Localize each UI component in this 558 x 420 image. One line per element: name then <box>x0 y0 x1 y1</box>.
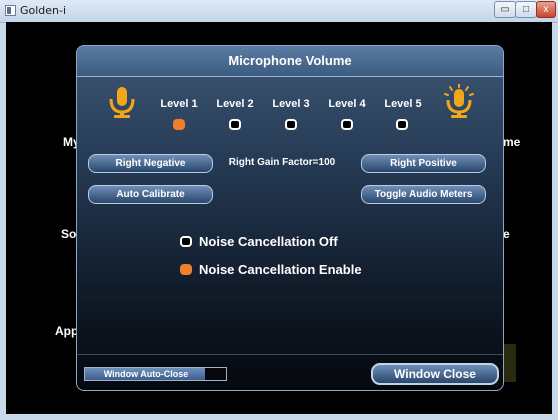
minimize-button[interactable]: ▭ <box>494 1 516 18</box>
right-gain-factor-text: Right Gain Factor=100 <box>228 157 336 168</box>
dialog-title: Microphone Volume <box>228 53 352 68</box>
level-1-radio[interactable] <box>173 119 185 130</box>
maximize-button[interactable]: □ <box>515 1 537 18</box>
level-3-radio[interactable] <box>285 119 297 130</box>
background-strip <box>504 344 516 382</box>
microphone-icon <box>109 87 135 118</box>
right-negative-button[interactable]: Right Negative <box>88 154 213 173</box>
level-5-radio[interactable] <box>396 119 408 130</box>
toggle-audio-meters-button[interactable]: Toggle Audio Meters <box>361 185 486 204</box>
auto-calibrate-button[interactable]: Auto Calibrate <box>88 185 213 204</box>
right-positive-button[interactable]: Right Positive <box>361 154 486 173</box>
window-title: Golden-i <box>20 4 67 17</box>
background-label: App <box>55 324 79 338</box>
level-label: Level 1 <box>160 98 198 110</box>
microphone-loud-icon <box>444 84 474 118</box>
background-label: e <box>503 227 510 241</box>
background-label: me <box>503 135 521 149</box>
noise-enable-label: Noise Cancellation Enable <box>199 262 362 277</box>
noise-off-radio[interactable] <box>180 236 192 247</box>
background-label: So <box>61 227 77 241</box>
footer-divider <box>77 354 503 355</box>
noise-enable-radio[interactable] <box>180 264 192 275</box>
window-auto-close-bar: Window Auto-Close <box>84 367 227 381</box>
level-label: Level 3 <box>272 98 310 110</box>
level-4-radio[interactable] <box>341 119 353 130</box>
title-bar: Golden-i ▭ □ x <box>0 0 558 23</box>
close-button[interactable]: x <box>536 1 556 18</box>
auto-close-label: Window Auto-Close <box>103 369 189 379</box>
level-label: Level 4 <box>328 98 366 110</box>
noise-off-label: Noise Cancellation Off <box>199 234 338 249</box>
level-label: Level 2 <box>216 98 254 110</box>
app-icon <box>5 5 16 16</box>
microphone-volume-dialog: Microphone Volume Level 1 Level 2 Level … <box>76 45 504 391</box>
window-close-button[interactable]: Window Close <box>371 363 499 385</box>
level-2-radio[interactable] <box>229 119 241 130</box>
dialog-header: Microphone Volume <box>77 46 503 77</box>
level-label: Level 5 <box>384 98 422 110</box>
